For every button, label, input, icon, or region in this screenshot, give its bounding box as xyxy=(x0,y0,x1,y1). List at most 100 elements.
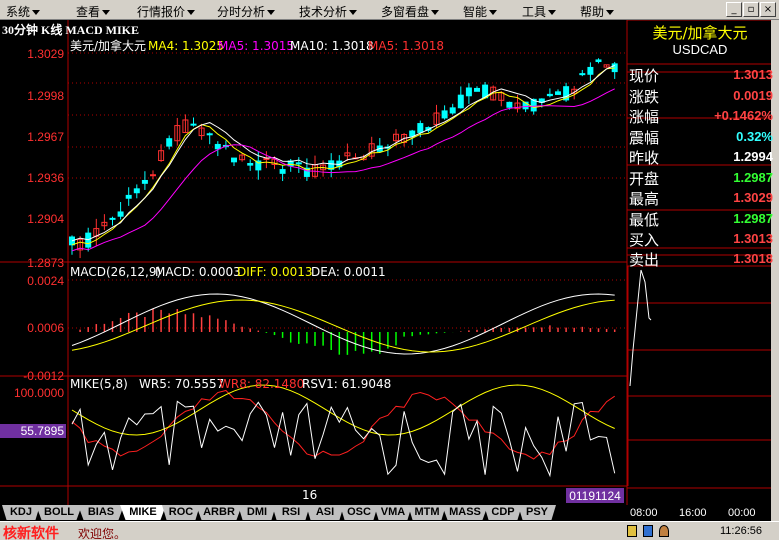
tab-mtm[interactable]: MTM xyxy=(408,505,446,520)
menu-label: 分时分析 xyxy=(217,5,266,19)
quote-row: 昨收 1.2994 xyxy=(629,146,775,167)
macd-tick: 0.0006 xyxy=(27,321,64,335)
x-day-label: 16 xyxy=(302,488,317,502)
menu-4[interactable]: 技术分析 xyxy=(299,3,358,20)
quote-label: 涨跌 xyxy=(629,87,660,106)
menu-label: 技术分析 xyxy=(299,5,348,19)
quote-row: 卖出 1.3018 xyxy=(629,248,775,269)
tab-vma[interactable]: VMA xyxy=(374,505,412,520)
brand-label: 核新软件 xyxy=(3,526,59,540)
user-icon[interactable] xyxy=(659,525,669,537)
status-bar: 核新软件 欢迎您。 11:26:56 xyxy=(0,521,779,540)
lock-icon[interactable] xyxy=(627,525,637,537)
tab-rsi[interactable]: RSI xyxy=(272,505,310,520)
menu-bar: 系统 查看 行情报价 分时分析 技术分析 多窗看盘 智能 工具 帮助 xyxy=(0,0,779,20)
chevron-down-icon xyxy=(489,10,498,15)
menu-2[interactable]: 行情报价 xyxy=(137,3,196,20)
tab-arbr[interactable]: ARBR xyxy=(196,505,242,520)
mike-legend-name: MIKE(5,8) xyxy=(70,377,128,391)
quote-code: USDCAD xyxy=(672,42,728,57)
quote-value: 1.2994 xyxy=(733,149,773,164)
candle xyxy=(166,138,173,147)
quote-row: 震幅 0.32% xyxy=(629,126,775,147)
chevron-down-icon xyxy=(187,10,196,15)
welcome-text: 欢迎您。 xyxy=(78,527,127,540)
menu-6[interactable]: 智能 xyxy=(463,3,498,20)
quote-value: 0.0019 xyxy=(733,87,773,103)
ma5b-legend: MA5: 1.3018 xyxy=(368,39,444,53)
candle xyxy=(546,93,553,97)
tab-psy[interactable]: PSY xyxy=(518,505,556,520)
menu-1[interactable]: 查看 xyxy=(76,3,111,20)
chevron-down-icon xyxy=(102,10,111,15)
candle xyxy=(279,169,286,174)
mini-time-1600: 16:00 xyxy=(679,507,707,519)
minimize-button[interactable]: _ xyxy=(726,2,742,17)
candle xyxy=(417,123,424,133)
candle xyxy=(125,194,132,199)
price-tick: 1.2936 xyxy=(27,171,64,185)
close-button[interactable]: × xyxy=(760,2,776,17)
candle xyxy=(109,217,116,220)
chevron-down-icon xyxy=(349,10,358,15)
candle xyxy=(409,130,416,137)
quote-label: 震幅 xyxy=(629,128,660,147)
macd-tick: 0.0024 xyxy=(27,274,64,288)
chevron-down-icon xyxy=(32,10,41,15)
tab-mass[interactable]: MASS xyxy=(442,505,488,520)
quote-label: 现价 xyxy=(629,67,660,85)
restore-button[interactable]: ▫ xyxy=(743,2,759,17)
candle xyxy=(141,179,148,184)
status-time: 11:26:56 xyxy=(720,525,763,537)
tab-roc[interactable]: ROC xyxy=(162,505,200,520)
candle xyxy=(441,110,448,119)
mike-tick-top: 100.0000 xyxy=(14,386,64,400)
menu-8[interactable]: 帮助 xyxy=(580,3,615,20)
tab-dmi[interactable]: DMI xyxy=(238,505,276,520)
menu-7[interactable]: 工具 xyxy=(522,3,557,20)
mini-time-0000: 00:00 xyxy=(728,507,756,519)
tab-mike[interactable]: MIKE xyxy=(120,505,166,520)
candle xyxy=(579,73,586,76)
quote-label: 卖出 xyxy=(629,251,660,269)
quote-value: 1.3029 xyxy=(733,190,773,205)
chevron-down-icon xyxy=(431,10,440,15)
candle xyxy=(247,162,254,166)
dea-value: DEA: 0.0011 xyxy=(311,265,386,279)
mini-time-0800: 08:00 xyxy=(630,507,658,519)
menu-0[interactable]: 系统 xyxy=(6,3,41,20)
quote-label: 最低 xyxy=(629,210,660,229)
quote-label: 开盘 xyxy=(629,169,660,188)
candle xyxy=(465,87,472,97)
menu-3[interactable]: 分时分析 xyxy=(217,3,276,20)
candle xyxy=(69,236,75,246)
quote-label: 最高 xyxy=(629,190,660,208)
ma4-legend: MA4: 1.3025 xyxy=(148,39,224,53)
tab-osc[interactable]: OSC xyxy=(340,505,378,520)
ma5-legend: MA5: 1.3015 xyxy=(218,39,294,53)
chevron-down-icon xyxy=(548,10,557,15)
tab-cdp[interactable]: CDP xyxy=(484,505,522,520)
quote-value: 1.3013 xyxy=(733,67,773,82)
tab-bias[interactable]: BIAS xyxy=(78,505,124,520)
rsv1-value: RSV1: 61.9048 xyxy=(302,377,391,391)
tab-boll[interactable]: BOLL xyxy=(36,505,82,520)
candle xyxy=(595,59,602,63)
quote-row: 最低 1.2987 xyxy=(629,208,775,229)
macd-legend-name: MACD(26,12,9) xyxy=(70,265,161,279)
chevron-down-icon xyxy=(267,10,276,15)
candle xyxy=(457,94,464,109)
chevron-down-icon xyxy=(606,10,615,15)
tab-kdj[interactable]: KDJ xyxy=(2,505,40,520)
candle xyxy=(117,211,124,217)
menu-5[interactable]: 多窗看盘 xyxy=(381,3,440,20)
network-icon[interactable] xyxy=(643,525,653,537)
quote-value: 1.3018 xyxy=(733,251,773,266)
price-tick: 1.2904 xyxy=(27,212,64,226)
candle xyxy=(214,143,221,150)
wr8-value: WR8: 82.1480 xyxy=(219,377,304,391)
indicator-tab-bar: KDJ BOLL BIAS MIKE ROC ARBR DMI RSI ASI OSC VMA MTM… xyxy=(0,505,620,520)
ma10-legend: MA10: 1.3018 xyxy=(290,39,374,53)
tab-asi[interactable]: ASI xyxy=(306,505,344,520)
macd-value: MACD: 0.0003 xyxy=(155,265,241,279)
